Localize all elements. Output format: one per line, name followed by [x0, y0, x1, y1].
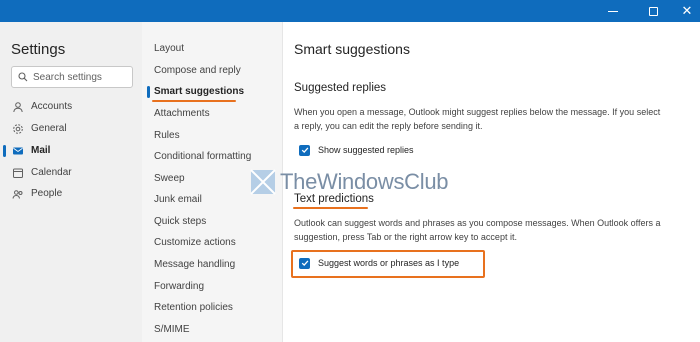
section-heading-suggested-replies: Suggested replies	[294, 82, 387, 94]
checkbox-label: Suggest words or phrases as I type	[318, 258, 460, 268]
category-mail[interactable]: Mail	[0, 141, 142, 161]
page-title: Smart suggestions	[294, 41, 410, 57]
nav-item-label: Layout	[154, 43, 185, 54]
nav-item-message-handling[interactable]: Message handling	[142, 254, 283, 274]
nav-item-label: Conditional formatting	[154, 151, 252, 162]
search-box[interactable]	[11, 66, 133, 88]
gear-icon	[13, 124, 23, 134]
nav-item-label: Compose and reply	[154, 65, 241, 76]
nav-item-conditional-formatting[interactable]: Conditional formatting	[142, 146, 283, 166]
nav-item-forwarding[interactable]: Forwarding	[142, 276, 283, 296]
category-calendar[interactable]: Calendar	[0, 163, 142, 183]
nav-item-attachments[interactable]: Attachments	[142, 103, 283, 123]
nav-item-label: Attachments	[154, 108, 210, 119]
description-line: a reply, you can edit the reply before s…	[294, 121, 483, 131]
nav-item-sweep[interactable]: Sweep	[142, 168, 283, 188]
minimize-button[interactable]	[598, 0, 628, 22]
suggest-words-checkbox[interactable]: Suggest words or phrases as I type	[299, 256, 459, 270]
category-general[interactable]: General	[0, 119, 142, 139]
nav-item-label: Quick steps	[154, 216, 207, 227]
maximize-button[interactable]	[638, 0, 668, 22]
title-bar: ✕	[0, 0, 700, 22]
smart-suggestions-panel: Smart suggestions Suggested replies When…	[283, 22, 700, 342]
search-icon	[18, 72, 28, 82]
show-suggested-replies-checkbox[interactable]: Show suggested replies	[299, 143, 414, 157]
checkbox-checked[interactable]	[299, 257, 310, 269]
checkmark-icon	[301, 260, 308, 267]
category-people[interactable]: People	[0, 184, 142, 204]
category-label: Mail	[31, 145, 51, 156]
close-button[interactable]: ✕	[672, 0, 700, 22]
category-accounts[interactable]: Accounts	[0, 97, 142, 117]
category-label: Accounts	[31, 101, 73, 112]
category-label: Calendar	[31, 167, 72, 178]
checkbox-label: Show suggested replies	[318, 145, 414, 155]
annotation-underline	[293, 207, 368, 209]
minimize-icon	[608, 10, 618, 12]
nav-item-smime[interactable]: S/MIME	[142, 319, 283, 339]
category-label: People	[31, 188, 63, 199]
nav-item-label: Retention policies	[154, 302, 233, 313]
nav-item-label: S/MIME	[154, 324, 190, 335]
close-icon: ✕	[681, 3, 693, 18]
mail-settings-nav: Layout Compose and reply Smart suggestio…	[142, 22, 283, 342]
nav-item-rules[interactable]: Rules	[142, 125, 283, 145]
nav-item-retention-policies[interactable]: Retention policies	[142, 297, 283, 317]
nav-item-customize-actions[interactable]: Customize actions	[142, 232, 283, 252]
nav-item-label: Junk email	[154, 194, 202, 205]
description-line: suggestion, press Tab or the right arrow…	[294, 232, 517, 242]
maximize-icon	[648, 6, 658, 16]
section-heading-text-predictions: Text predictions	[294, 193, 374, 205]
nav-item-label: Forwarding	[154, 281, 205, 292]
nav-item-junk-email[interactable]: Junk email	[142, 189, 283, 209]
checkmark-icon	[301, 147, 308, 154]
annotation-underline	[152, 100, 236, 102]
nav-item-compose-and-reply[interactable]: Compose and reply	[142, 60, 283, 80]
nav-item-layout[interactable]: Layout	[142, 38, 283, 58]
checkbox-checked[interactable]	[299, 144, 310, 156]
description-line: When you open a message, Outlook might s…	[294, 107, 661, 117]
mail-icon	[13, 147, 23, 155]
nav-item-label: Smart suggestions	[154, 86, 245, 97]
nav-item-label: Sweep	[154, 173, 185, 184]
settings-sidebar: Settings Accounts General Mail	[0, 22, 142, 342]
person-icon	[13, 102, 23, 113]
section-description: When you open a message, Outlook might s…	[294, 105, 694, 133]
nav-item-smart-suggestions[interactable]: Smart suggestions	[142, 81, 283, 101]
description-line: Outlook can suggest words and phrases as…	[294, 218, 661, 228]
nav-item-quick-steps[interactable]: Quick steps	[142, 211, 283, 231]
category-label: General	[31, 123, 67, 134]
section-description: Outlook can suggest words and phrases as…	[294, 216, 694, 244]
nav-item-label: Customize actions	[154, 237, 236, 248]
nav-item-label: Rules	[154, 130, 180, 141]
people-icon	[12, 190, 23, 199]
calendar-icon	[13, 168, 23, 178]
settings-title: Settings	[11, 41, 66, 58]
nav-item-label: Message handling	[154, 259, 236, 270]
search-input[interactable]	[33, 71, 123, 83]
